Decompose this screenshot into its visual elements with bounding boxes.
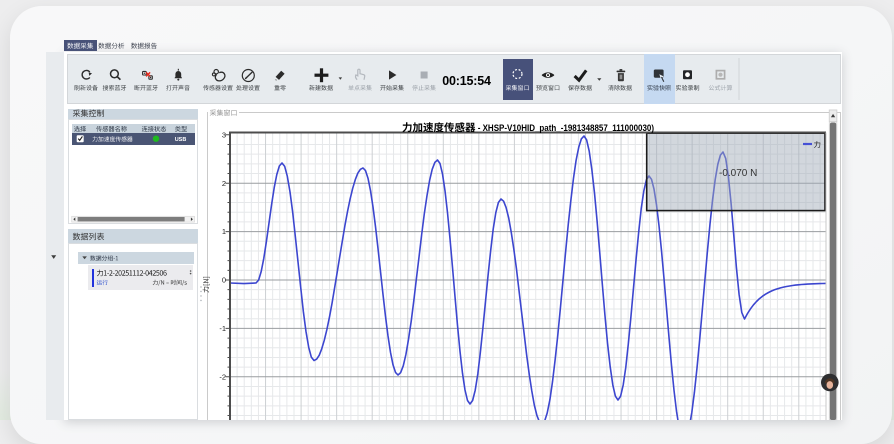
svg-text:-1: -1 (219, 324, 226, 333)
svg-text:- XHSP-V10HID_path_-1981348857: - XHSP-V10HID_path_-1981348857_111000030… (476, 123, 655, 134)
svg-text:USB: USB (175, 137, 187, 143)
svg-text:1: 1 (222, 227, 226, 236)
svg-text:0: 0 (222, 276, 226, 285)
svg-text:-2: -2 (219, 372, 226, 381)
svg-text:2: 2 (222, 179, 226, 188)
svg-text:-0.070 N: -0.070 N (719, 168, 757, 179)
svg-text:3: 3 (222, 130, 226, 139)
svg-text:00:15:54: 00:15:54 (442, 74, 491, 88)
